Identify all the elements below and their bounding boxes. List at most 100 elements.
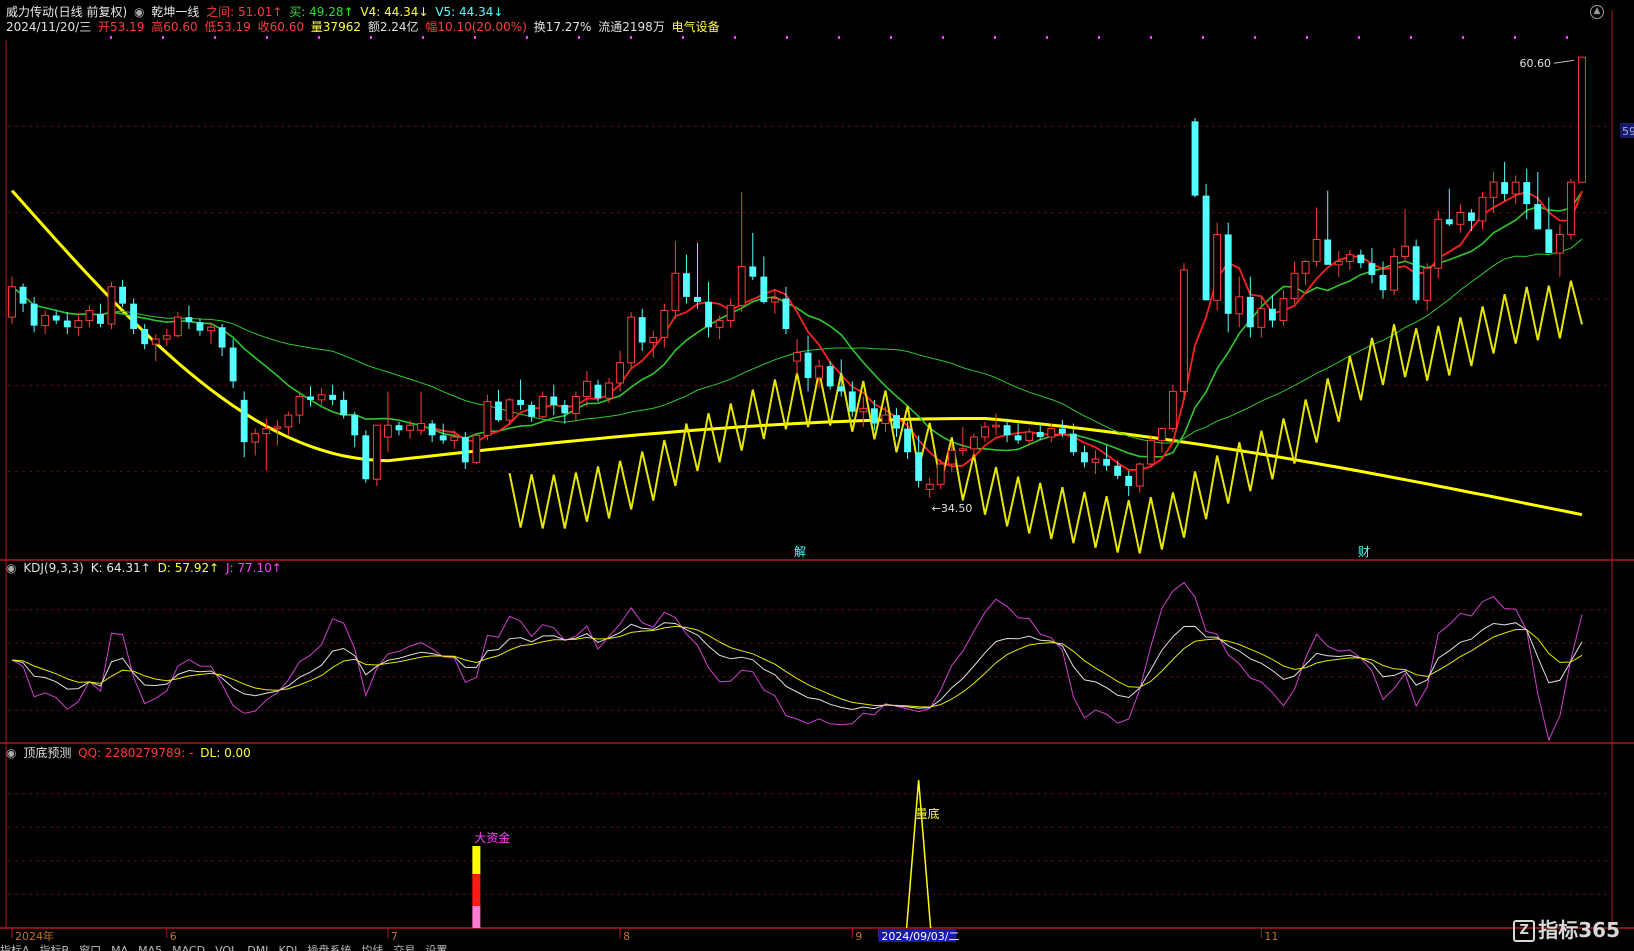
candle-body (737, 266, 746, 306)
candle-body (1146, 439, 1155, 465)
top-marker-dot (1358, 36, 1360, 39)
candle-body (726, 304, 735, 322)
candle-body (1081, 452, 1088, 463)
bottom-tab[interactable]: 交易 (393, 943, 415, 951)
settings-circle-icon[interactable]: ◉ (134, 5, 144, 19)
candle-body (992, 424, 1000, 428)
quote-close: 收60.60 (257, 20, 304, 34)
candle-body (815, 365, 824, 379)
candle-body (969, 436, 978, 450)
series-yellow-zigzag (508, 280, 1583, 554)
top-marker-dot (682, 36, 684, 39)
marker-jie: 解 (794, 545, 806, 559)
stock-name[interactable]: 威力传动(日线 前复权) (6, 5, 127, 19)
candle-body (859, 407, 868, 413)
bottom-tab-bar: 指标A 指标B 窗口 MA MA5 MACD VOL DMI KDJ 操盘系统 均线 交易 设置 (0, 943, 1634, 951)
v4-value: V4: 44.34↓ (360, 5, 429, 19)
quote-sector[interactable]: 电气设备 (672, 20, 720, 34)
kdj-k: K: 64.31↑ (90, 561, 151, 575)
prediction-title[interactable]: 顶底预测 (23, 746, 71, 760)
candle-body (1091, 458, 1100, 463)
candle-body (1125, 475, 1133, 486)
candle-body (317, 394, 326, 401)
prediction-settings-icon[interactable]: ◉ (6, 746, 16, 760)
candle-body (1180, 269, 1188, 392)
candle-body (561, 404, 569, 414)
top-marker-dot (1202, 36, 1204, 39)
candle-body (826, 366, 834, 387)
bottom-tab[interactable]: 指标B (40, 943, 70, 951)
bottom-tab[interactable]: MACD (172, 943, 205, 951)
candle-body (107, 286, 116, 325)
prediction-header: ◉ 顶底预测 QQ: 2280279789: - DL: 0.00 (6, 746, 254, 760)
candle-body (1279, 298, 1288, 322)
bottom-tab[interactable]: DMI (247, 943, 268, 951)
chart-canvas[interactable]: 60.60 ←34.50 解 财 59 大资金 量底 2024年 6 7 8 9 2024/09/03/… (0, 0, 1634, 951)
candle-body (151, 338, 160, 345)
candle-body (705, 301, 712, 328)
quote-amount: 额2.24亿 (367, 20, 419, 34)
top-marker-dot (266, 36, 268, 39)
candle-body (1545, 229, 1553, 254)
zhijian-value: 之间: 51.01↑ (206, 5, 283, 19)
top-marker-dot (110, 36, 112, 39)
bottom-tab[interactable]: 窗口 (79, 943, 101, 951)
high-pointer (1553, 59, 1575, 64)
logo-icon: Z (1513, 920, 1536, 942)
bottom-tab[interactable]: 设置 (425, 943, 447, 951)
top-marker-dot (474, 36, 476, 39)
candle-body (782, 298, 790, 329)
brand-logo: Z 指标365 (1513, 914, 1620, 943)
bottom-tab[interactable]: 均线 (361, 943, 383, 951)
candle-body (472, 434, 481, 463)
candle-body (649, 336, 658, 343)
candle-body (660, 309, 669, 338)
bottom-tab[interactable]: 指标A (0, 943, 30, 951)
kdj-j: J: 77.10↑ (226, 561, 282, 575)
top-marker-dot (734, 36, 736, 39)
candle-body (528, 404, 536, 417)
quote-low: 低53.19 (204, 20, 251, 34)
candle-body (936, 463, 945, 485)
candle-body (162, 335, 171, 340)
candle-body (1368, 263, 1376, 275)
candle-body (41, 314, 50, 327)
candle-body (915, 452, 923, 481)
kdj-title[interactable]: KDJ(9,3,3) (23, 561, 84, 575)
indicator-name[interactable]: 乾坤一线 (151, 5, 199, 19)
candle-body (1213, 233, 1222, 301)
candle-body (605, 382, 613, 399)
candle-body (196, 322, 204, 331)
buy-value: 买: 49.28↑ (289, 5, 354, 19)
prediction-qq: QQ: 2280279789: - (78, 746, 194, 760)
candle-body (1058, 428, 1066, 434)
top-marker-dot (1098, 36, 1100, 39)
candle-body (1412, 246, 1420, 301)
stock-chart-window: 60.60 ←34.50 解 财 59 大资金 量底 2024年 6 7 8 9 2024/09/03/… (0, 0, 1634, 951)
low-price-label: ←34.50 (932, 502, 973, 515)
top-marker-dot (214, 36, 216, 39)
candle-body (1235, 296, 1244, 315)
candle-body (749, 266, 757, 277)
bottom-tab[interactable]: MA (111, 943, 128, 951)
quote-volume: 量37962 (310, 20, 361, 34)
bottom-tab[interactable]: KDJ (278, 943, 297, 951)
collapse-icon[interactable]: ▲ (1590, 5, 1604, 19)
candle-body (1268, 308, 1276, 321)
candle-body (307, 396, 314, 400)
candle-body (1301, 260, 1310, 274)
kdj-j-line (11, 581, 1583, 742)
bottom-tab[interactable]: 操盘系统 (307, 943, 351, 951)
candle-body (1511, 181, 1520, 195)
candle-body (904, 428, 911, 453)
candle-body (428, 423, 436, 436)
candle-body (1379, 274, 1387, 291)
candle-body (804, 352, 812, 378)
bottom-tab[interactable]: MA5 (138, 943, 162, 951)
bottom-tab[interactable]: VOL (215, 943, 237, 951)
candle-body (505, 399, 514, 421)
time-axis-label: 8 (623, 930, 630, 943)
candle-body (119, 286, 126, 304)
candle-body (638, 317, 646, 343)
kdj-settings-icon[interactable]: ◉ (6, 561, 16, 575)
